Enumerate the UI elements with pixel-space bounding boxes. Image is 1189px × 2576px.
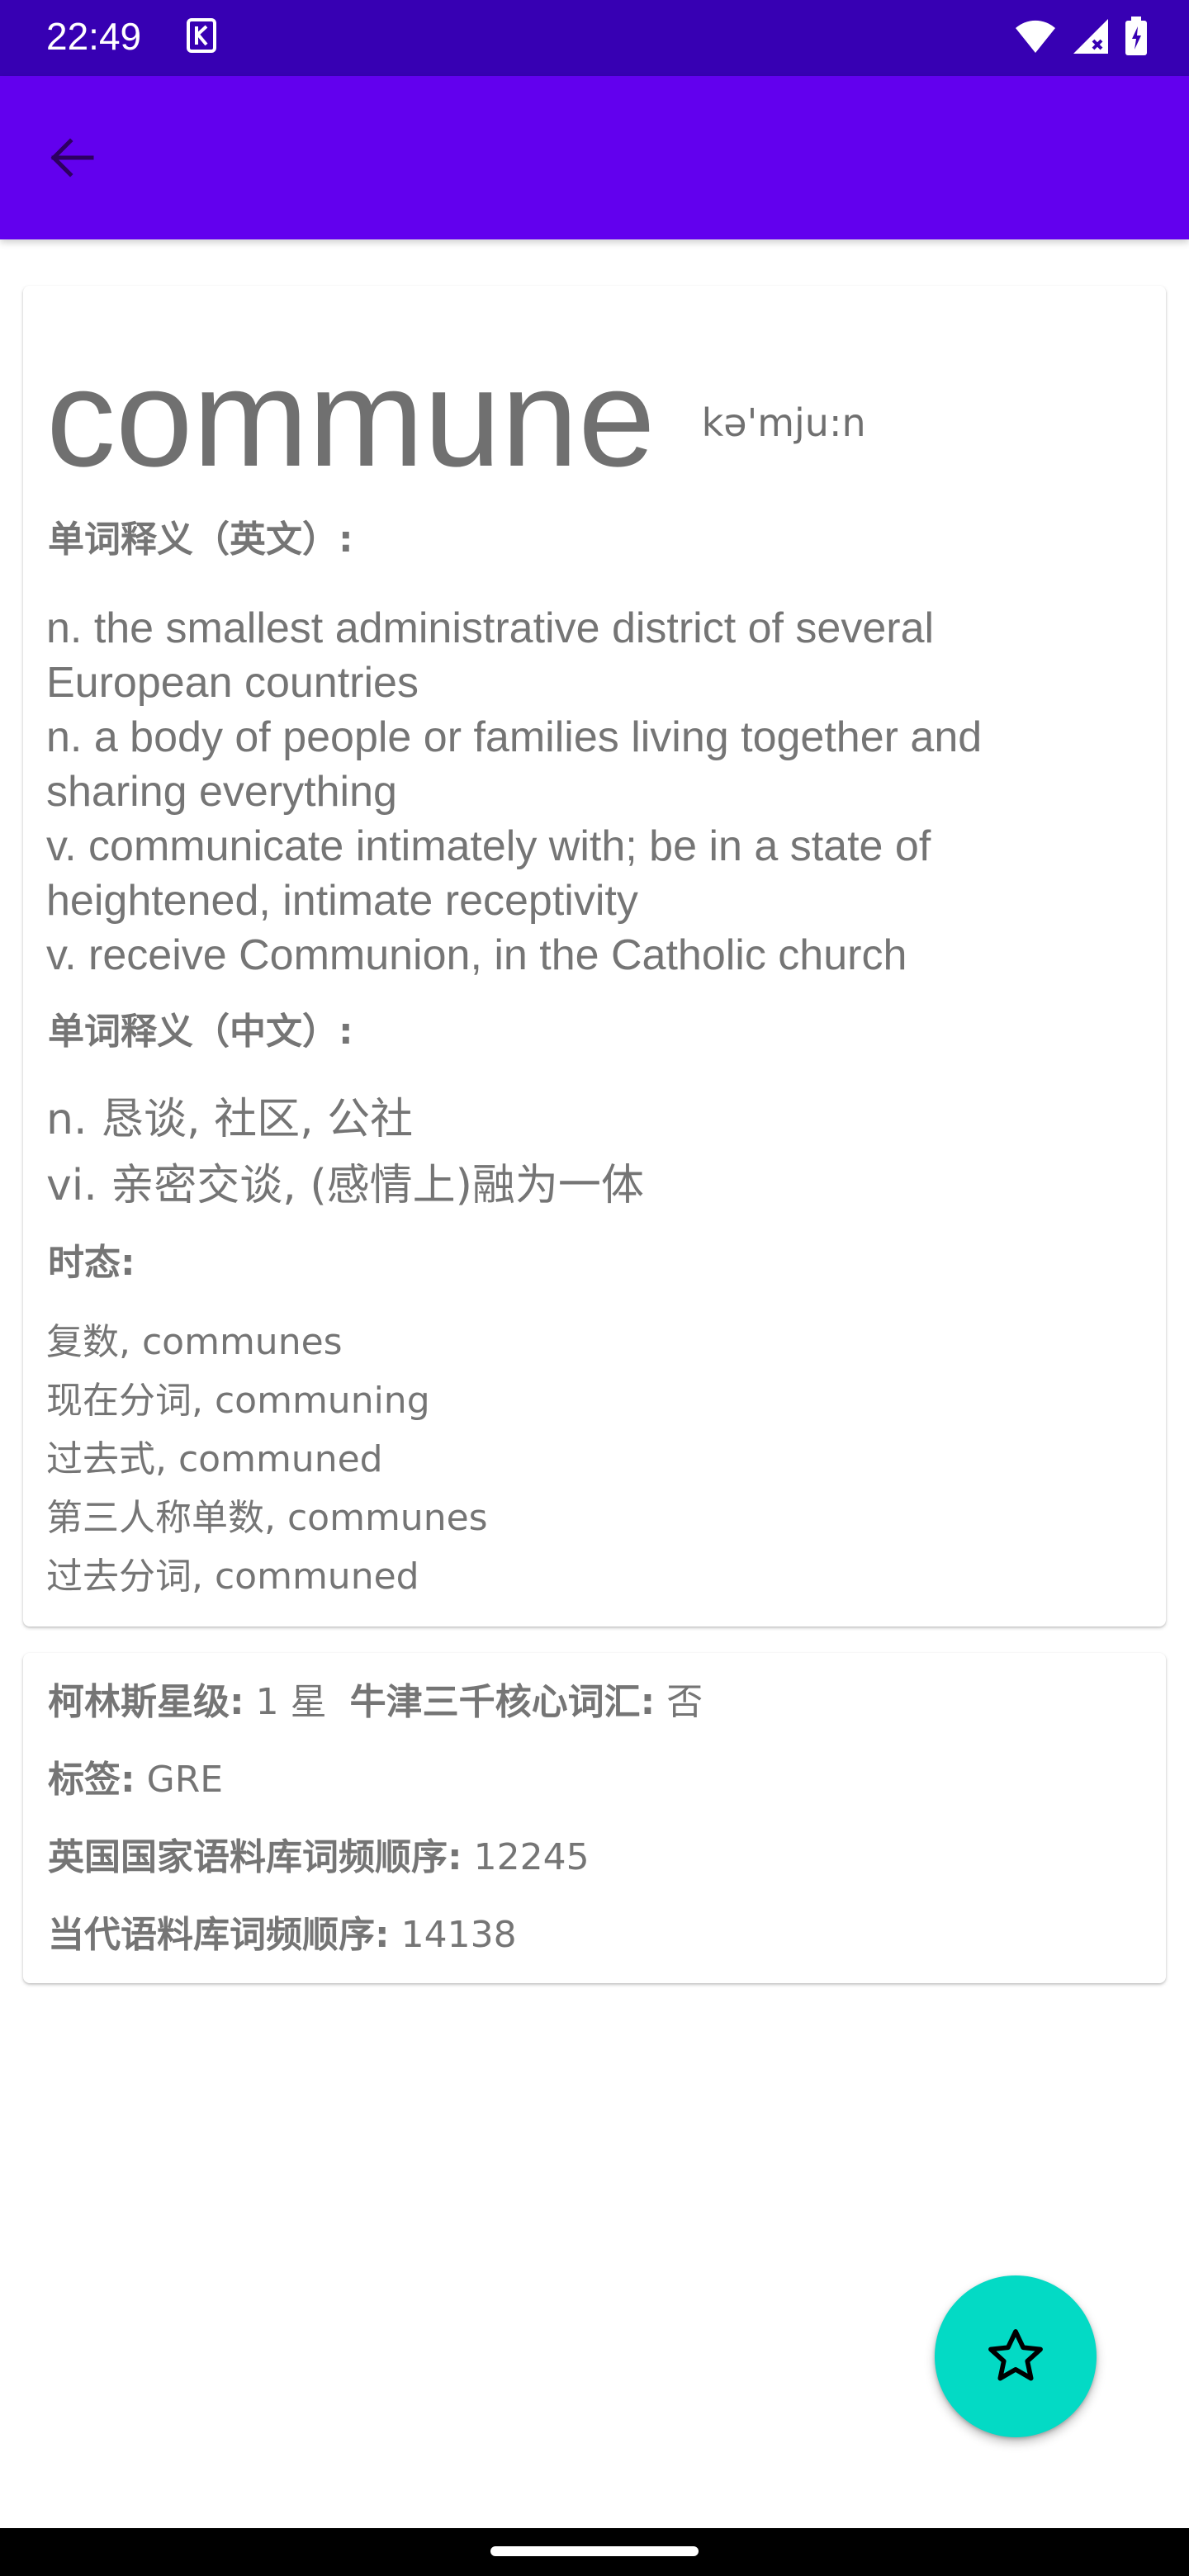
definition-cn-line: vi. 亲密交谈, (感情上)融为一体 xyxy=(46,1161,644,1210)
definition-en-list: n. the smallest administrative district … xyxy=(46,601,1136,983)
bnc-label: 英国国家语料库词频顺序: xyxy=(48,1836,462,1878)
oxford-label: 牛津三千核心词汇: xyxy=(349,1681,656,1723)
bnc-row: 英国国家语料库词频顺序: 12245 xyxy=(48,1833,590,1882)
tense-line: 现在分词, communing xyxy=(46,1380,430,1422)
word-title: commune xyxy=(46,340,656,495)
back-button[interactable] xyxy=(35,121,109,195)
definition-cn-list: n. 恳谈, 社区, 公社 vi. 亲密交谈, (感情上)融为一体 xyxy=(46,1087,1136,1219)
definition-en-label: 单词释义（英文）: xyxy=(48,519,353,561)
definition-en-line: European countries xyxy=(46,659,419,707)
tag-label: 标签: xyxy=(48,1759,135,1801)
definition-cn-line: n. 恳谈, 社区, 公社 xyxy=(46,1095,414,1144)
favorite-button[interactable] xyxy=(935,2275,1097,2437)
navigation-bar xyxy=(0,2528,1189,2576)
tense-line: 过去式, communed xyxy=(46,1438,383,1480)
app-bar xyxy=(0,76,1189,239)
keyboard-app-icon xyxy=(187,18,216,53)
word-card: commune kə'mju:n 单词释义（英文）: n. the smalle… xyxy=(23,286,1166,1627)
definition-en-line: v. receive Communion, in the Catholic ch… xyxy=(46,931,907,979)
tense-line: 复数, communes xyxy=(46,1321,343,1363)
oxford-value: 否 xyxy=(666,1681,703,1723)
signal-icon xyxy=(1073,19,1108,54)
tense-line: 第三人称单数, communes xyxy=(46,1497,488,1539)
definition-cn-label: 单词释义（中文）: xyxy=(48,1011,353,1053)
tag-row: 标签: GRE xyxy=(48,1755,223,1805)
collins-oxford-row: 柯林斯星级: 1 星 牛津三千核心词汇: 否 xyxy=(48,1678,703,1727)
home-gesture-handle[interactable] xyxy=(490,2546,699,2556)
collins-label: 柯林斯星级: xyxy=(48,1681,244,1723)
tense-list: 复数, communes 现在分词, communing 过去式, commun… xyxy=(46,1313,1136,1606)
status-icons xyxy=(1014,15,1148,58)
battery-icon xyxy=(1125,17,1147,55)
coca-value: 14138 xyxy=(400,1914,517,1956)
word-phonetic: kə'mju:n xyxy=(701,400,866,445)
coca-row: 当代语料库词频顺序: 14138 xyxy=(48,1911,517,1960)
definition-en-line: sharing everything xyxy=(46,768,397,816)
star-outline-icon xyxy=(988,2329,1043,2381)
tag-value: GRE xyxy=(146,1759,224,1801)
word-info-card: 柯林斯星级: 1 星 牛津三千核心词汇: 否 标签: GRE 英国国家语料库词频… xyxy=(23,1653,1166,1983)
collins-value: 1 星 xyxy=(255,1681,327,1723)
bnc-value: 12245 xyxy=(473,1836,590,1878)
tense-label: 时态: xyxy=(48,1242,135,1284)
arrow-back-icon xyxy=(50,138,94,178)
tense-line: 过去分词, communed xyxy=(46,1556,419,1598)
definition-en-line: n. the smallest administrative district … xyxy=(46,604,935,652)
coca-label: 当代语料库词频顺序: xyxy=(48,1914,390,1956)
definition-en-line: heightened, intimate receptivity xyxy=(46,877,638,925)
definition-en-line: n. a body of people or families living t… xyxy=(46,713,983,761)
status-bar: 22:49 xyxy=(0,0,1189,76)
definition-en-line: v. communicate intimately with; be in a … xyxy=(46,822,931,870)
wifi-icon xyxy=(1016,20,1055,53)
word-header: commune kə'mju:n xyxy=(46,335,866,500)
status-time: 22:49 xyxy=(46,15,142,58)
